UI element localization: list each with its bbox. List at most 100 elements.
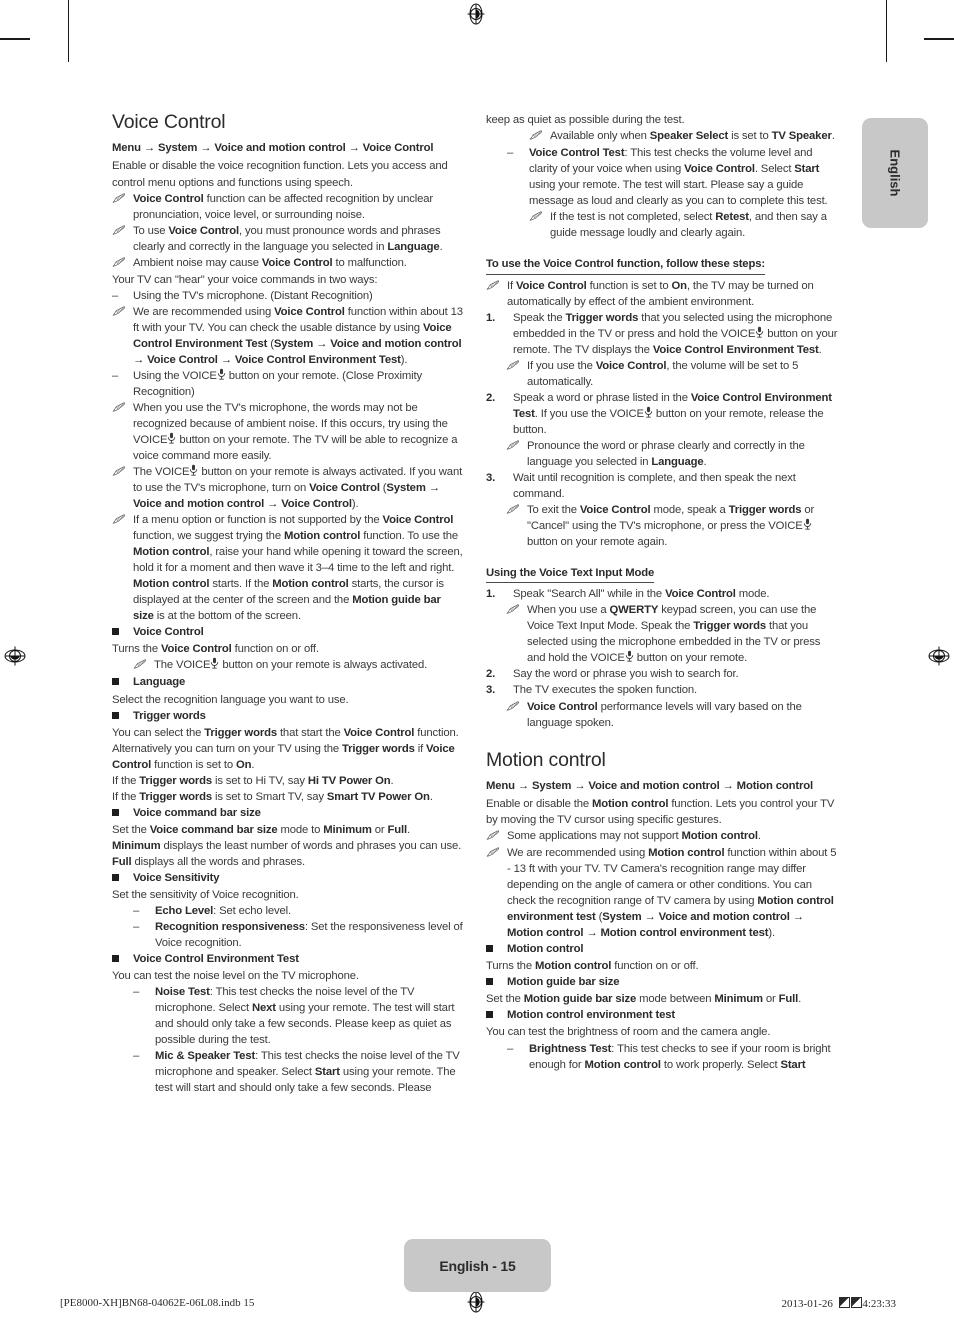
dash-marker: – bbox=[133, 904, 140, 917]
note-item: If a menu option or function is not supp… bbox=[112, 512, 464, 624]
pencil-icon bbox=[486, 828, 507, 845]
microphone-icon bbox=[755, 326, 764, 338]
pencil-icon bbox=[112, 464, 133, 481]
microphone-icon bbox=[189, 464, 198, 476]
numbered-step: 2. Speak a word or phrase listed in the … bbox=[486, 391, 832, 436]
note-item: The VOICE button on your remote is alway… bbox=[133, 657, 464, 674]
square-bullet-icon bbox=[486, 1007, 507, 1024]
step-number: 1. bbox=[486, 588, 496, 601]
dash-marker: – bbox=[507, 1042, 514, 1055]
menu-item-desc: Set the sensitivity of Voice recognition… bbox=[112, 888, 299, 901]
language-side-tab: English bbox=[862, 118, 928, 228]
step-number: 3. bbox=[486, 471, 496, 484]
steps-heading: To use the Voice Control function, follo… bbox=[486, 257, 765, 275]
cjk-glyph-icon bbox=[838, 1297, 850, 1308]
pencil-icon bbox=[133, 657, 154, 674]
menu-item-voice-control-environment-test: Voice Control Environment Test bbox=[112, 951, 464, 968]
square-bullet-icon bbox=[112, 951, 133, 968]
language-side-tab-label: English bbox=[887, 149, 903, 197]
numbered-step: 1. Speak the Trigger words that you sele… bbox=[486, 311, 838, 356]
microphone-icon bbox=[210, 657, 219, 670]
note-item: If Voice Control function is set to On, … bbox=[486, 278, 838, 310]
sub-item: – Mic & Speaker Test: This test checks t… bbox=[133, 1050, 460, 1095]
cjk-glyph-icon bbox=[850, 1297, 862, 1308]
page-number-label: English - 15 bbox=[439, 1257, 516, 1274]
numbered-step: 1. Speak "Search All" while in the Voice… bbox=[486, 586, 838, 602]
pencil-icon bbox=[112, 255, 133, 272]
voice-control-intro: Enable or disable the voice recognition … bbox=[112, 160, 448, 189]
pencil-icon bbox=[112, 304, 133, 321]
square-bullet-icon bbox=[486, 974, 507, 991]
dash-marker: – bbox=[112, 289, 119, 302]
microphone-icon bbox=[803, 518, 812, 530]
page-title: Voice Control bbox=[112, 111, 226, 133]
manual-page: Voice Control Menu → System → Voice and … bbox=[0, 0, 954, 1321]
pencil-icon bbox=[506, 502, 527, 519]
square-bullet-icon bbox=[112, 674, 133, 691]
pencil-icon bbox=[506, 699, 527, 716]
text-input-heading-wrap: Using the Voice Text Input Mode bbox=[486, 563, 838, 586]
sub-item: – Echo Level: Set echo level. bbox=[133, 903, 464, 919]
note-item: When you use the TV's microphone, the wo… bbox=[112, 400, 464, 464]
footer-timestamp: 2013-01-26 4:23:33 bbox=[782, 1297, 896, 1310]
menu-item-motion-control-environment-test: Motion control environment test bbox=[486, 1007, 838, 1024]
menu-item-desc: Turns the Voice Control function on or o… bbox=[112, 643, 319, 656]
note-item: We are recommended using Motion control … bbox=[486, 845, 838, 941]
step-number: 1. bbox=[486, 311, 496, 324]
numbered-step: 3. Wait until recognition is complete, a… bbox=[486, 471, 796, 500]
menu-item-language: Language bbox=[112, 674, 464, 691]
menu-path-voice-control: Menu → System → Voice and motion control… bbox=[112, 142, 434, 155]
dash-item: – Using the TV's microphone. (Distant Re… bbox=[112, 288, 464, 304]
menu-item-desc: You can test the brightness of room and … bbox=[486, 1026, 771, 1039]
menu-item-desc-3: If the Trigger words is set to Smart TV,… bbox=[112, 790, 433, 803]
note-item: The VOICE button on your remote is alway… bbox=[112, 464, 464, 512]
text-input-heading: Using the Voice Text Input Mode bbox=[486, 566, 654, 584]
note-item: Voice Control function can be affected r… bbox=[112, 191, 464, 223]
square-bullet-icon bbox=[486, 941, 507, 958]
step-number: 2. bbox=[486, 391, 496, 404]
menu-item-desc: You can test the noise level on the TV m… bbox=[112, 970, 359, 983]
menu-item-desc: You can select the Trigger words that st… bbox=[112, 726, 459, 771]
continued-text: keep as quiet as possible during the tes… bbox=[486, 114, 685, 126]
step-number: 2. bbox=[486, 668, 496, 681]
step-number: 3. bbox=[486, 684, 496, 697]
note-item: Available only when Speaker Select is se… bbox=[529, 128, 838, 145]
pencil-icon bbox=[529, 209, 550, 226]
footer-date: 2013-01-26 bbox=[781, 1298, 833, 1310]
dash-item: – Using the VOICE button on your remote.… bbox=[112, 368, 422, 398]
pencil-icon bbox=[506, 358, 527, 375]
square-bullet-icon bbox=[112, 624, 133, 641]
ways-lead-text: Your TV can "hear" your voice commands i… bbox=[112, 273, 378, 286]
menu-item-desc-2: If the Trigger words is set to Hi TV, sa… bbox=[112, 774, 394, 787]
dash-marker: – bbox=[112, 369, 119, 382]
note-item: To exit the Voice Control mode, speak a … bbox=[506, 502, 838, 550]
motion-control-title: Motion control bbox=[486, 748, 606, 771]
pencil-icon bbox=[112, 400, 133, 417]
menu-item-trigger-words: Trigger words bbox=[112, 708, 464, 725]
note-item: If the test is not completed, select Ret… bbox=[529, 209, 838, 241]
menu-item-motion-guide-bar-size: Motion guide bar size bbox=[486, 974, 838, 991]
menu-item-desc: Set the Voice command bar size mode to M… bbox=[112, 823, 410, 836]
motion-control-intro: Enable or disable the Motion control fun… bbox=[486, 798, 835, 827]
pencil-icon bbox=[486, 845, 507, 862]
menu-item-desc: Select the recognition language you want… bbox=[112, 693, 349, 706]
pencil-icon bbox=[112, 191, 133, 208]
menu-item-desc-2: Minimum displays the least number of wor… bbox=[112, 839, 462, 852]
menu-item-desc-3: Full displays all the words and phrases. bbox=[112, 855, 306, 868]
page-number-badge: English - 15 bbox=[404, 1239, 551, 1292]
microphone-icon bbox=[644, 406, 653, 418]
menu-item-voice-command-bar-size: Voice command bar size bbox=[112, 805, 464, 822]
menu-item-desc: Turns the Motion control function on or … bbox=[486, 960, 699, 973]
square-bullet-icon bbox=[112, 708, 133, 725]
microphone-icon bbox=[217, 368, 226, 380]
pencil-icon bbox=[506, 602, 527, 619]
dash-marker: – bbox=[507, 147, 514, 160]
microphone-icon bbox=[625, 650, 634, 663]
numbered-step: 2. Say the word or phrase you wish to se… bbox=[486, 666, 838, 682]
numbered-step: 3. The TV executes the spoken function. bbox=[486, 682, 838, 698]
right-column: keep as quiet as possible during the tes… bbox=[486, 112, 838, 1073]
menu-item-motion-control: Motion control bbox=[486, 941, 838, 958]
note-item: To use Voice Control, you must pronounce… bbox=[112, 223, 464, 255]
pencil-icon bbox=[112, 512, 133, 529]
sub-item: – Brightness Test: This test checks to s… bbox=[507, 1042, 831, 1071]
